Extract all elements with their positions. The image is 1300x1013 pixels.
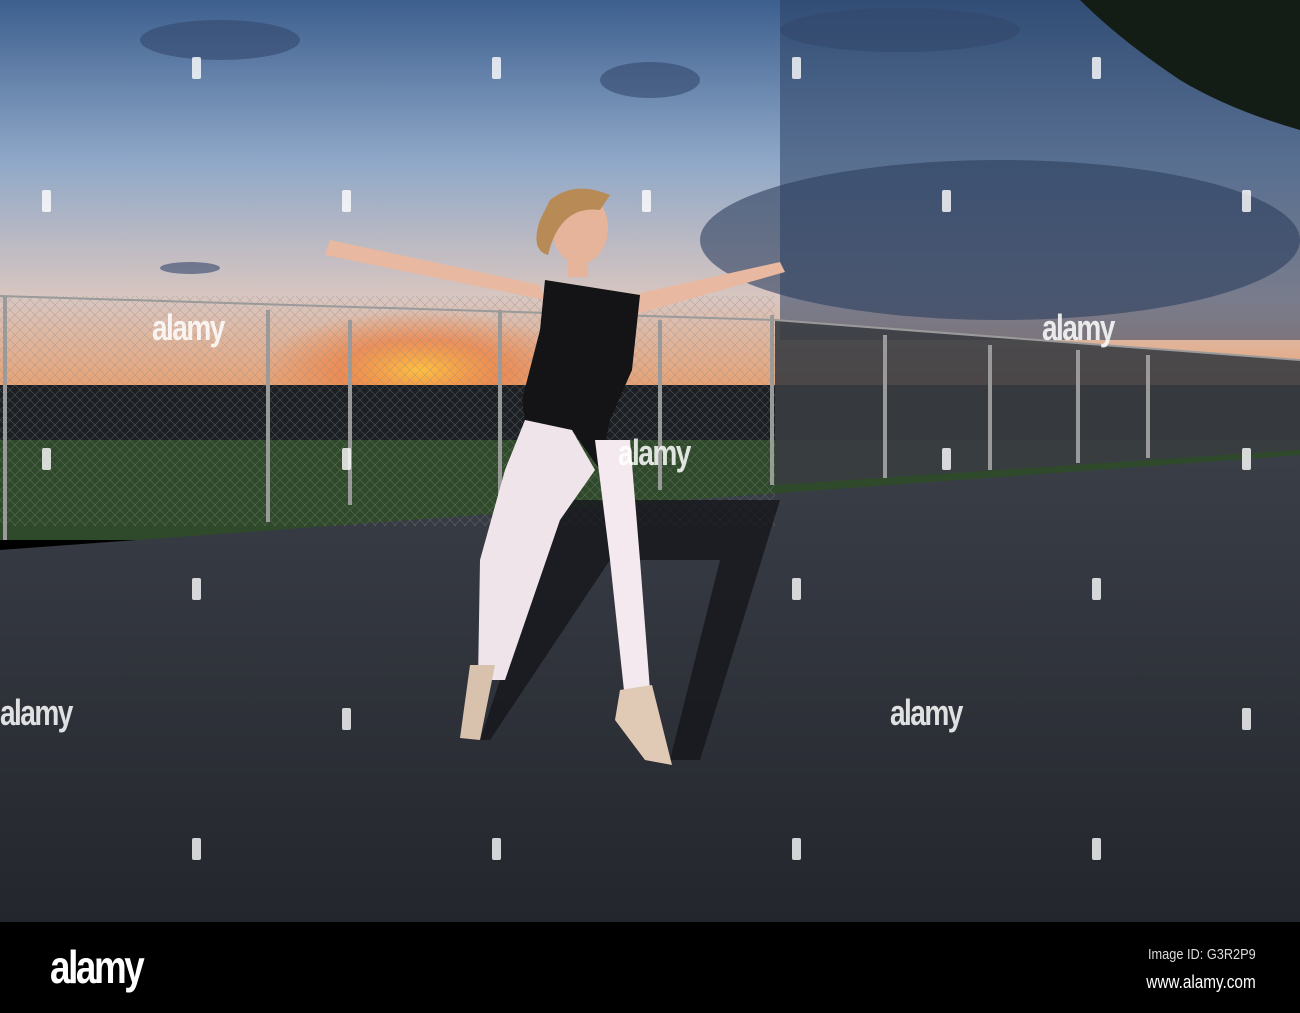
watermark-mark xyxy=(192,838,201,860)
watermark: alamy xyxy=(1042,307,1115,348)
watermark: alamy xyxy=(0,692,73,733)
watermark-mark xyxy=(792,838,801,860)
watermark-mark xyxy=(342,448,351,470)
watermark-mark xyxy=(192,578,201,600)
alamy-logo: alamy xyxy=(50,941,145,993)
watermark-mark xyxy=(1242,448,1251,470)
watermark-mark xyxy=(942,448,951,470)
watermark-mark xyxy=(192,57,201,79)
watermark: alamy xyxy=(618,432,691,473)
footer-bar: alamy Image ID: G3R2P9 www.alamy.com xyxy=(0,922,1300,1013)
watermark-mark xyxy=(1092,838,1101,860)
watermark-mark xyxy=(1092,578,1101,600)
watermark-mark xyxy=(1242,190,1251,212)
watermark-mark xyxy=(792,57,801,79)
watermark-mark xyxy=(792,578,801,600)
watermark-mark xyxy=(1092,57,1101,79)
watermark-mark xyxy=(342,190,351,212)
watermark-mark xyxy=(642,190,651,212)
watermark-mark xyxy=(42,190,51,212)
watermark-mark xyxy=(1242,708,1251,730)
watermark: alamy xyxy=(890,692,963,733)
watermark-mark xyxy=(42,448,51,470)
watermark: alamy xyxy=(152,307,225,348)
watermark-mark xyxy=(492,838,501,860)
watermark-mark xyxy=(942,190,951,212)
watermark-mark xyxy=(342,708,351,730)
website-link[interactable]: www.alamy.com xyxy=(1147,972,1256,993)
watermark-mark xyxy=(492,57,501,79)
image-id: Image ID: G3R2P9 xyxy=(1148,946,1256,963)
